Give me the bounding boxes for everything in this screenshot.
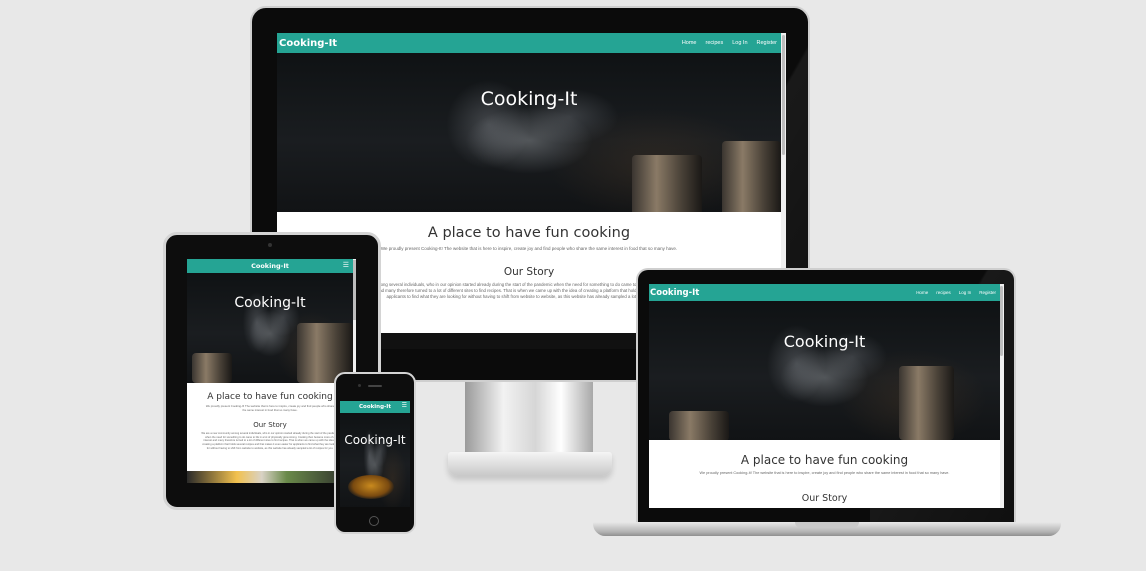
nav-login[interactable]: Log In [732, 40, 747, 46]
home-button[interactable] [369, 516, 379, 526]
brand-logo[interactable]: Cooking-It [251, 262, 289, 270]
brand-logo[interactable]: Cooking-It [650, 288, 699, 298]
hero-banner: Cooking-It [340, 413, 410, 507]
story-text: We are a new community among several ind… [201, 432, 339, 450]
brand-logo[interactable]: Cooking-It [359, 404, 391, 410]
nav-login[interactable]: Log In [959, 290, 972, 295]
hero-banner: Cooking-It [277, 53, 781, 212]
tagline: A place to have fun cooking [207, 392, 333, 402]
pot-image [899, 366, 954, 440]
pot-image [669, 411, 729, 440]
pot-image [632, 155, 702, 212]
hero-banner: Cooking-It [649, 301, 1000, 440]
hamburger-menu-icon[interactable]: ☰ [343, 261, 349, 269]
pan-image [348, 475, 394, 499]
phone-site: Cooking-It ☰ Cooking-It [340, 401, 410, 507]
navbar: Cooking-It Home recipes Log In Register [649, 284, 1000, 301]
nav-recipes[interactable]: recipes [936, 290, 951, 295]
tagline: A place to have fun cooking [740, 453, 909, 467]
hamburger-menu-icon[interactable]: ☰ [402, 402, 407, 409]
navbar: Cooking-It Home recipes Log In Register [277, 33, 781, 53]
hero-title: Cooking-It [480, 88, 578, 110]
nav-home[interactable]: Home [916, 290, 928, 295]
intro-text: We proudly present Cooking-It! The websi… [699, 471, 950, 475]
food-image-strip [187, 471, 353, 483]
nav-register[interactable]: Register [757, 40, 777, 46]
intro-text: We proudly present Cooking-It! The websi… [205, 404, 335, 412]
navbar: Cooking-It ☰ [340, 401, 410, 413]
hero-banner: Cooking-It [187, 273, 353, 383]
story-heading: Our Story [801, 493, 848, 504]
pot-image [722, 141, 781, 212]
story-heading: Our Story [253, 421, 287, 429]
pot-image [192, 353, 232, 383]
laptop-site: Cooking-It Home recipes Log In Register … [649, 284, 1000, 508]
hero-title: Cooking-It [234, 295, 306, 311]
hero-title: Cooking-It [783, 332, 866, 351]
nav-recipes[interactable]: recipes [705, 40, 723, 46]
navbar: Cooking-It ☰ [187, 259, 353, 273]
brand-logo[interactable]: Cooking-It [279, 38, 337, 49]
nav-home[interactable]: Home [682, 40, 697, 46]
hero-title: Cooking-It [344, 433, 406, 447]
nav-register[interactable]: Register [979, 290, 996, 295]
tablet-site: Cooking-It ☰ Cooking-It A place to have … [187, 259, 353, 483]
